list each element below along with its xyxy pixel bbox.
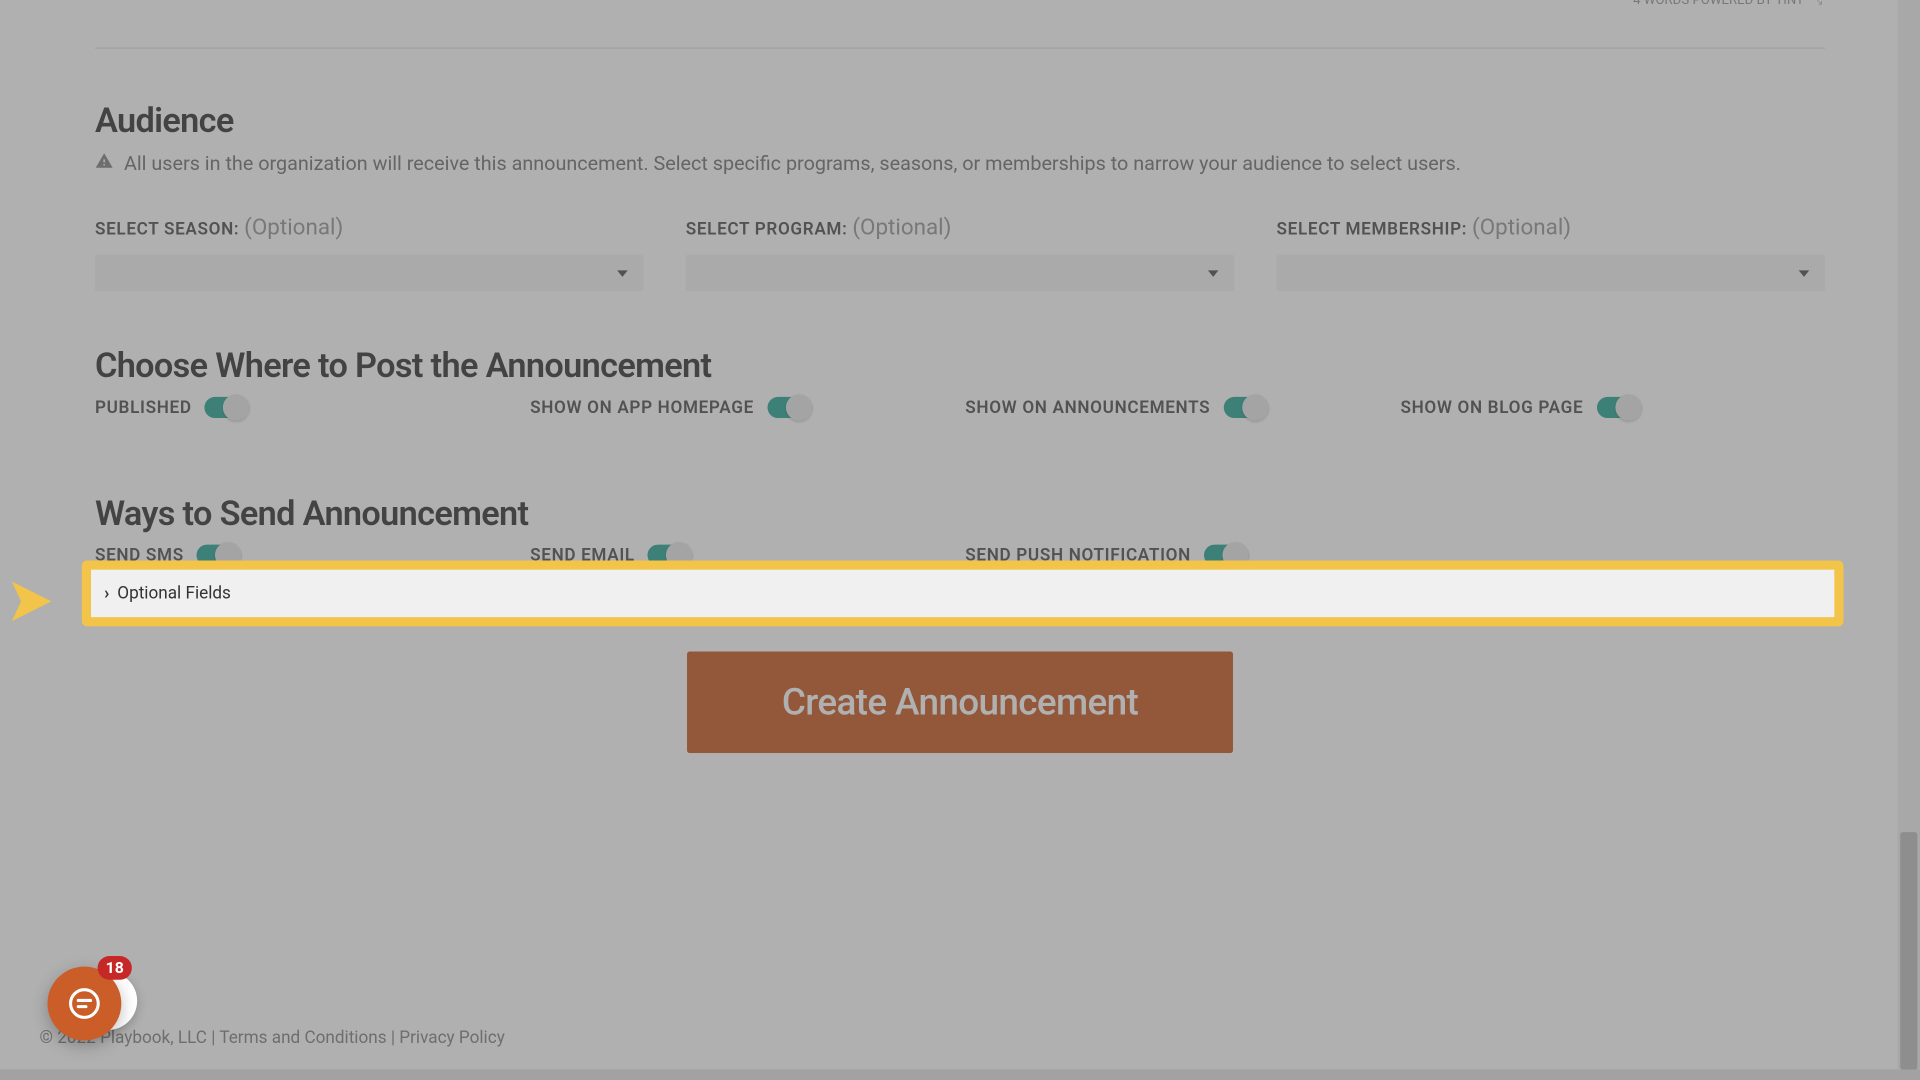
- chat-button[interactable]: 18: [47, 967, 121, 1041]
- bottom-divider: [0, 1069, 1920, 1080]
- divider: [95, 47, 1825, 48]
- membership-select[interactable]: [1277, 255, 1826, 292]
- editor-wordcount: 4 WORDS POWERED BY TINY: [1633, 0, 1804, 8]
- membership-label: SELECT MEMBERSHIP: (Optional): [1277, 215, 1826, 241]
- announcements-label: SHOW ON ANNOUNCEMENTS: [965, 398, 1210, 418]
- chevron-down-icon: [617, 270, 628, 277]
- audience-info: All users in the organization will recei…: [124, 152, 1461, 176]
- optional-fields-highlight: › Optional Fields: [82, 560, 1844, 626]
- scrollbar[interactable]: [1898, 0, 1920, 1069]
- season-select[interactable]: [95, 255, 644, 292]
- send-title: Ways to Send Announcement: [95, 495, 1825, 535]
- homepage-toggle[interactable]: [767, 397, 812, 418]
- terms-link[interactable]: Terms and Conditions: [219, 1029, 386, 1049]
- audience-title: Audience: [95, 102, 1825, 142]
- published-toggle[interactable]: [205, 397, 250, 418]
- chevron-down-icon: [1799, 270, 1810, 277]
- footer: © 2022 Playbook, LLC | Terms and Conditi…: [40, 1029, 505, 1049]
- callout-arrow-icon: [5, 568, 71, 634]
- homepage-label: SHOW ON APP HOMEPAGE: [530, 398, 754, 418]
- optional-fields-label: Optional Fields: [117, 584, 231, 604]
- blog-toggle[interactable]: [1597, 397, 1642, 418]
- optional-fields-expander[interactable]: › Optional Fields: [91, 570, 1834, 617]
- chevron-down-icon: [1208, 270, 1219, 277]
- create-announcement-button[interactable]: Create Announcement: [687, 651, 1233, 753]
- warning-icon: [95, 152, 113, 176]
- post-title: Choose Where to Post the Announcement: [95, 347, 1825, 387]
- published-label: PUBLISHED: [95, 398, 192, 418]
- program-select[interactable]: [686, 255, 1235, 292]
- season-label: SELECT SEASON: (Optional): [95, 215, 644, 241]
- resize-icon[interactable]: ⤡: [1812, 0, 1823, 8]
- program-label: SELECT PROGRAM: (Optional): [686, 215, 1235, 241]
- chevron-right-icon: ›: [104, 584, 109, 604]
- scrollbar-thumb[interactable]: [1900, 832, 1917, 1069]
- privacy-link[interactable]: Privacy Policy: [399, 1029, 505, 1049]
- chat-badge: 18: [98, 956, 132, 980]
- blog-label: SHOW ON BLOG PAGE: [1400, 398, 1583, 418]
- announcements-toggle[interactable]: [1223, 397, 1268, 418]
